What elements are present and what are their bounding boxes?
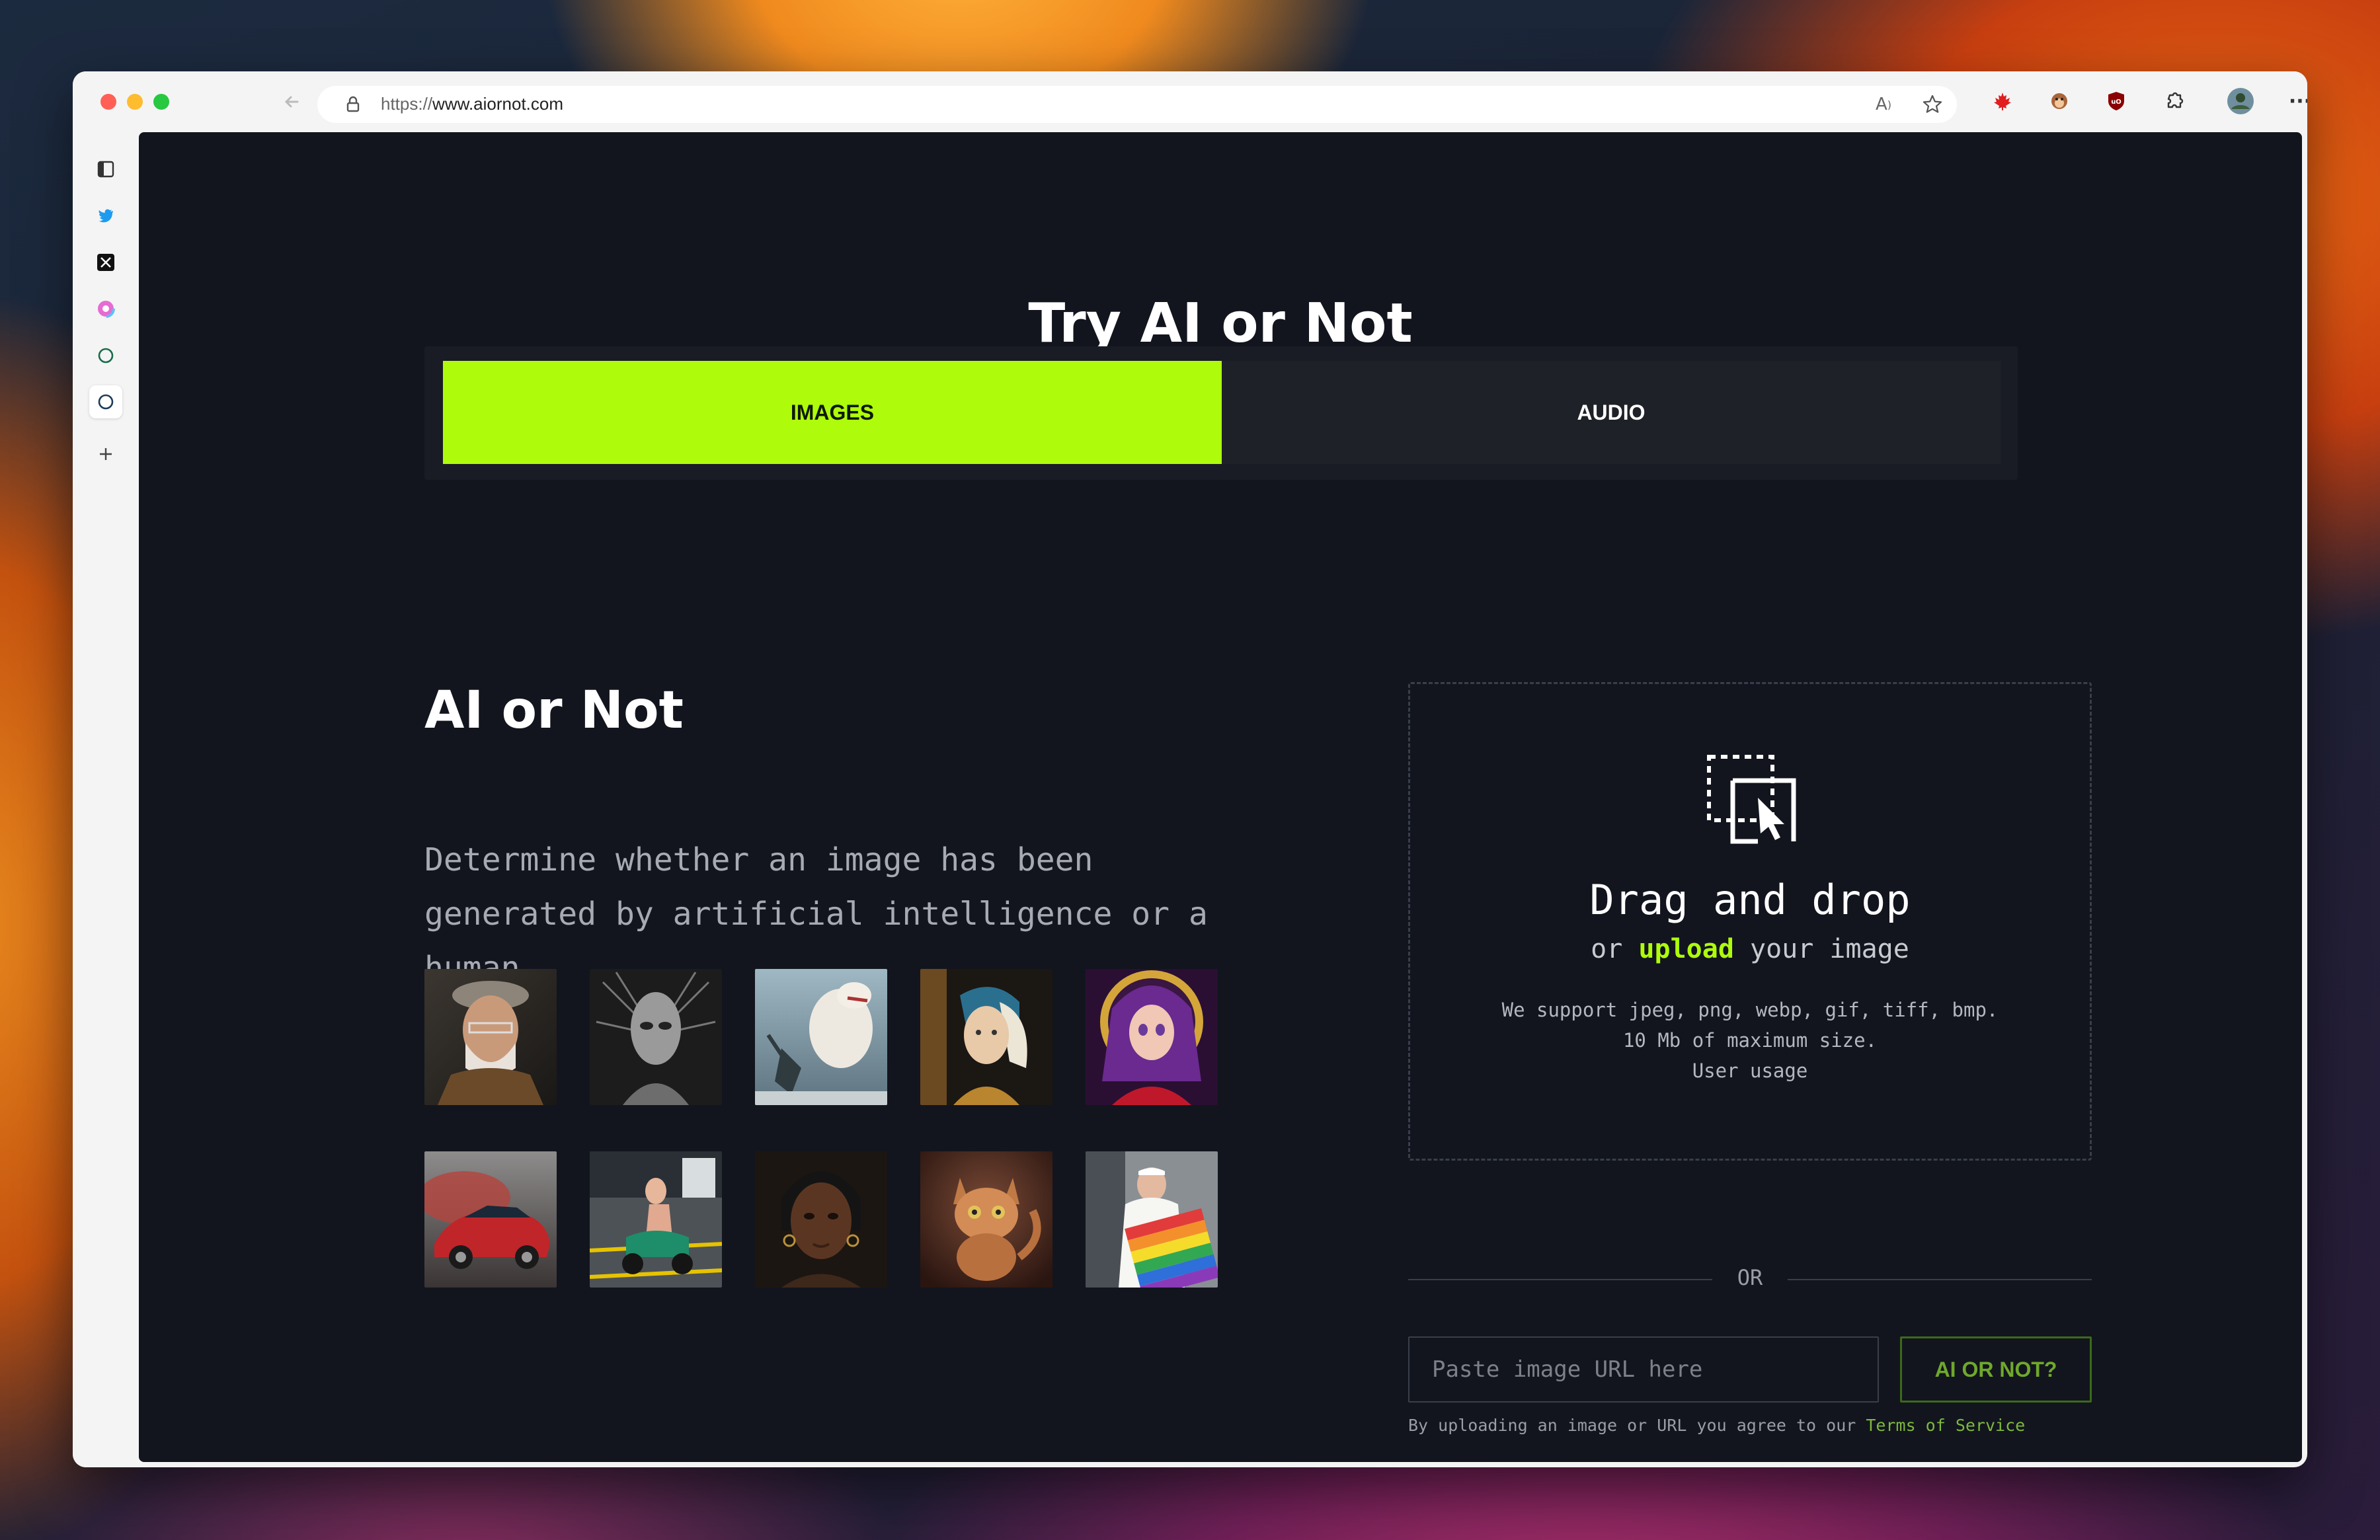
or-label: OR [1737,1265,1763,1290]
sample-image-pearl-earring-girl[interactable] [920,969,1052,1105]
dropzone-info: We support jpeg, png, webp, gif, tiff, b… [1410,995,2090,1086]
sample-image-old-man[interactable] [424,969,557,1105]
or-divider: OR [1408,1262,2092,1295]
color-app-icon[interactable] [89,292,122,325]
browser-window: https://www.aiornot.com A) uO ··· [73,71,2307,1467]
sample-image-robot-kitten[interactable] [920,1151,1052,1288]
dropzone-title: Drag and drop [1589,876,1911,924]
circle-icon[interactable] [89,339,122,372]
dropzone-subtitle: or upload your image [1410,934,2090,964]
terms-notice: By uploading an image or URL you agree t… [1408,1416,2025,1435]
sample-image-pope-rainbow[interactable] [1086,1151,1218,1288]
profile-avatar-icon[interactable] [2225,86,2256,116]
tab-overview-icon[interactable] [89,153,122,186]
page-title: Try AI or Not [1028,292,1413,355]
close-window-button[interactable] [100,94,116,110]
tab-images[interactable]: IMAGES [443,361,1222,464]
sample-image-woman-portrait[interactable] [755,1151,887,1288]
x-icon[interactable] [89,246,122,279]
sample-image-red-car[interactable] [424,1151,557,1288]
sample-image-anime-girl[interactable] [1086,969,1218,1105]
sample-image-scooter-rider[interactable] [590,1151,722,1288]
terms-of-service-link[interactable]: Terms of Service [1866,1416,2025,1435]
url-text[interactable]: https://www.aiornot.com [381,94,563,114]
back-arrow-icon[interactable] [278,87,307,116]
user-usage-link[interactable]: User usage [1410,1056,2090,1086]
circle-icon-active[interactable] [89,385,122,418]
ai-or-not-button[interactable]: AI OR NOT? [1900,1336,2092,1403]
add-icon[interactable] [89,438,122,471]
url-scheme: https:// [381,94,433,114]
sample-image-polar-bear[interactable] [755,969,887,1105]
max-size: 10 Mb of maximum size. [1622,1029,1878,1052]
address-bar[interactable]: https://www.aiornot.com A) [317,86,1957,123]
section-heading: AI or Not [424,681,684,740]
dropzone-sub-prefix: or [1591,934,1623,964]
lock-icon[interactable] [344,95,362,114]
read-aloud-icon[interactable]: A) [1868,89,1899,120]
supported-formats: We support jpeg, png, webp, gif, tiff, b… [1501,999,1999,1021]
upload-link[interactable]: upload [1638,934,1734,964]
favorite-star-icon[interactable] [1917,89,1948,120]
terms-prefix: By uploading an image or URL you agree t… [1408,1416,1856,1435]
divider-line-right [1788,1279,2092,1280]
page-content: Try AI or Not IMAGES AUDIO AI or Not Det… [139,132,2302,1462]
minimize-window-button[interactable] [127,94,143,110]
drag-drop-icon [1707,755,1796,844]
extensions-puzzle-icon[interactable] [2159,86,2190,116]
sample-image-grid [424,969,1218,1288]
zoom-window-button[interactable] [153,94,169,110]
dropzone-sub-suffix: your image [1750,934,1909,964]
canada-flag-icon[interactable] [1987,86,2018,116]
image-url-input[interactable] [1408,1336,1879,1403]
svg-text:uO: uO [2111,98,2122,106]
browser-sidebar [73,131,139,1467]
browser-toolbar: https://www.aiornot.com A) uO ··· [73,71,2307,131]
tab-audio[interactable]: AUDIO [1222,361,2001,464]
url-host: www.aiornot.com [432,94,564,114]
image-dropzone[interactable]: Drag and drop or upload your image We su… [1408,682,2092,1161]
twitter-icon[interactable] [89,199,122,232]
media-tabs: IMAGES AUDIO [424,346,2018,480]
monkey-extension-icon[interactable] [2044,86,2075,116]
sample-image-alien-sculpture[interactable] [590,969,722,1105]
more-icon[interactable]: ··· [2285,86,2307,116]
ublock-icon[interactable]: uO [2101,86,2131,116]
